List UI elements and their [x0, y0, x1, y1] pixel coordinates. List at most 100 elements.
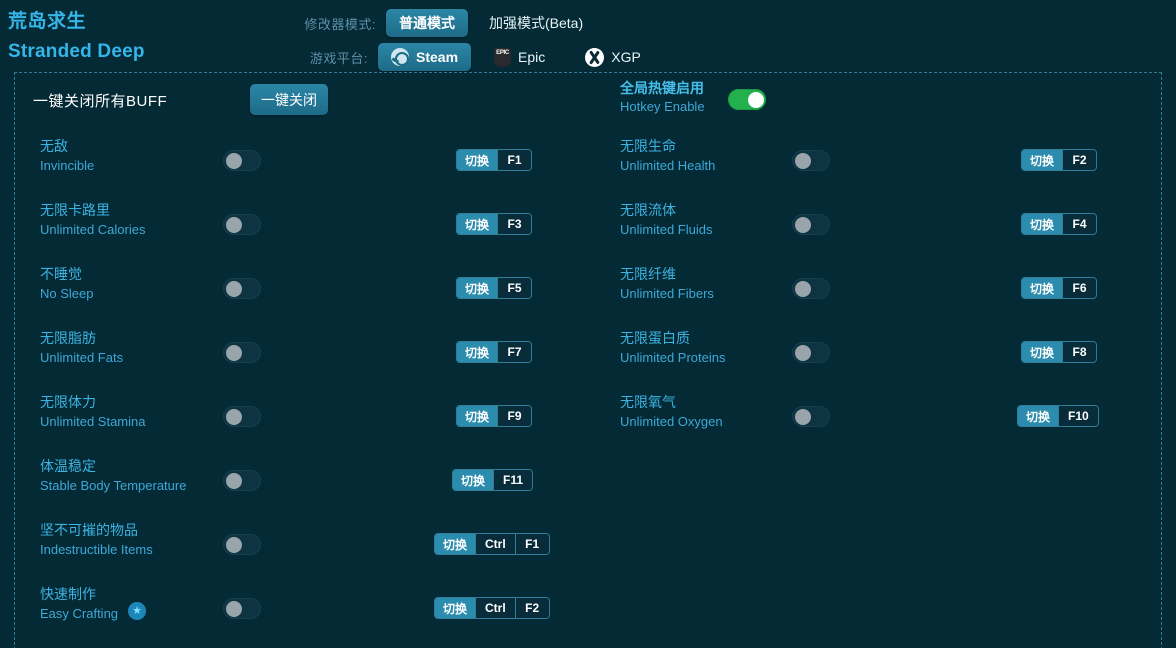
cheat-toggle-unlimited-calories[interactable]	[223, 214, 261, 235]
hotkey-badge-stable-body-temperature[interactable]: 切换 F11	[452, 469, 534, 491]
cheat-label-en: Unlimited Oxygen	[620, 414, 723, 429]
cheats-columns: 无敌 Invincible 切换 F1 无限卡路里 Unlimited Calories 切…	[15, 127, 1161, 639]
hotkey-key: Ctrl	[475, 598, 515, 618]
close-all-label: 一键关闭所有BUFF	[33, 93, 168, 110]
hotkey-badge-unlimited-fibers[interactable]: 切换 F6	[1021, 277, 1098, 299]
hotkey-badge-unlimited-health[interactable]: 切换 F2	[1021, 149, 1098, 171]
mode-option-enhanced[interactable]: 加强模式(Beta)	[476, 9, 596, 37]
hotkey-badge-unlimited-fluids[interactable]: 切换 F4	[1021, 213, 1098, 235]
platform-option-steam[interactable]: Steam	[378, 43, 472, 71]
cheat-row: 无限蛋白质 Unlimited Proteins 切换 F8	[595, 319, 1155, 383]
cheat-labels: 无限脂肪 Unlimited Fats	[40, 328, 123, 367]
cheat-labels: 快速制作 Easy Crafting	[40, 584, 118, 623]
xbox-icon	[585, 47, 605, 67]
hotkey-badge-unlimited-stamina[interactable]: 切换 F9	[456, 405, 533, 427]
cheat-toggle-unlimited-proteins[interactable]	[792, 342, 830, 363]
mode-option-normal-label: 普通模式	[399, 15, 455, 31]
hotkey-badge-indestructible-items[interactable]: 切换 Ctrl F1	[434, 533, 550, 555]
close-all-button[interactable]: 一键关闭	[250, 84, 328, 115]
platform-option-xgp[interactable]: XGP	[572, 43, 654, 71]
cheat-toggle-unlimited-fibers[interactable]	[792, 278, 830, 299]
cheat-labels: 无限流体 Unlimited Fluids	[620, 200, 712, 239]
hotkey-key: F7	[497, 342, 532, 362]
cheat-toggle-unlimited-oxygen[interactable]	[792, 406, 830, 427]
header-controls: 修改器模式: 普通模式 加强模式(Beta) 游戏平台: Steam EPIC …	[276, 8, 876, 76]
hotkey-badge-no-sleep[interactable]: 切换 F5	[456, 277, 533, 299]
hotkey-key: F11	[493, 470, 533, 490]
cheat-label-en: Unlimited Fats	[40, 350, 124, 365]
cheat-labels: 不睡觉 No Sleep	[40, 264, 93, 303]
cheat-row: 无限纤维 Unlimited Fibers 切换 F6	[595, 255, 1155, 319]
epic-icon: EPIC	[494, 47, 512, 67]
hotkey-badge-unlimited-proteins[interactable]: 切换 F8	[1021, 341, 1098, 363]
hotkey-key: F6	[1062, 278, 1097, 298]
hotkey-badge-invincible[interactable]: 切换 F1	[456, 149, 533, 171]
app-header: 荒岛求生 Stranded Deep 修改器模式: 普通模式 加强模式(Beta…	[0, 0, 1176, 72]
cheat-labels: 坚不可摧的物品 Indestructible Items	[40, 520, 153, 559]
game-title-en: Stranded Deep	[8, 41, 145, 62]
cheat-label-en: Stable Body Temperature	[40, 478, 187, 493]
cheat-label-en: No Sleep	[40, 286, 94, 301]
hotkey-enable-label-cn: 全局热键启用	[620, 80, 704, 96]
hotkey-badge-unlimited-calories[interactable]: 切换 F3	[456, 213, 533, 235]
platform-option-epic[interactable]: EPIC Epic	[481, 43, 558, 71]
cheat-toggle-unlimited-stamina[interactable]	[223, 406, 261, 427]
cheat-row: 无限脂肪 Unlimited Fats 切换 F7	[15, 319, 595, 383]
cheat-label-cn: 坚不可摧的物品	[40, 522, 138, 538]
mode-option-normal[interactable]: 普通模式	[386, 9, 468, 37]
cheat-row: 无限生命 Unlimited Health 切换 F2	[595, 127, 1155, 191]
cheat-toggle-easy-crafting[interactable]	[223, 598, 261, 619]
cheat-label-cn: 无敌	[40, 138, 68, 154]
mode-option-enhanced-label: 加强模式(Beta)	[489, 15, 584, 31]
cheat-label-cn: 体温稳定	[40, 458, 96, 474]
cheat-labels: 无敌 Invincible	[40, 136, 94, 175]
hotkey-enable-labels: 全局热键启用 Hotkey Enable	[620, 79, 705, 116]
cheat-label-cn: 无限卡路里	[40, 202, 110, 218]
hotkey-key: F4	[1062, 214, 1097, 234]
platform-option-steam-label: Steam	[416, 49, 459, 65]
cheat-row: 无限卡路里 Unlimited Calories 切换 F3	[15, 191, 595, 255]
hotkey-enable-toggle[interactable]	[728, 89, 766, 110]
panel-top-row: 一键关闭所有BUFF 一键关闭 全局热键启用 Hotkey Enable	[15, 73, 1161, 127]
cheat-toggle-unlimited-fats[interactable]	[223, 342, 261, 363]
game-title-block: 荒岛求生 Stranded Deep	[8, 10, 145, 64]
platform-option-epic-label: Epic	[518, 49, 546, 65]
hotkey-badge-unlimited-oxygen[interactable]: 切换 F10	[1017, 405, 1099, 427]
cheat-label-en: Unlimited Calories	[40, 222, 146, 237]
platform-option-xgp-label: XGP	[611, 49, 641, 65]
cheat-row: 不睡觉 No Sleep 切换 F5	[15, 255, 595, 319]
hotkey-key: F3	[497, 214, 532, 234]
hotkey-badge-easy-crafting[interactable]: 切换 Ctrl F2	[434, 597, 550, 619]
cheat-toggle-stable-body-temperature[interactable]	[223, 470, 261, 491]
cheat-label-cn: 无限生命	[620, 138, 676, 154]
cheat-row: 无限氧气 Unlimited Oxygen 切换 F10	[595, 383, 1155, 447]
hotkey-action-label: 切换	[435, 534, 476, 554]
hotkey-key: Ctrl	[475, 534, 515, 554]
cheat-labels: 无限体力 Unlimited Stamina	[40, 392, 146, 431]
cheat-label-cn: 无限蛋白质	[620, 330, 690, 346]
hotkey-key: F9	[497, 406, 532, 426]
cheat-label-en: Indestructible Items	[40, 542, 153, 557]
hotkey-key: F8	[1062, 342, 1097, 362]
cheats-column-right: 无限生命 Unlimited Health 切换 F2 无限流体 Unlimited Fl…	[595, 127, 1155, 639]
cheat-label-en: Unlimited Health	[620, 158, 716, 173]
cheat-label-cn: 无限体力	[40, 394, 96, 410]
cheat-toggle-indestructible-items[interactable]	[223, 534, 261, 555]
cheat-toggle-invincible[interactable]	[223, 150, 261, 171]
cheat-toggle-unlimited-health[interactable]	[792, 150, 830, 171]
cheat-toggle-unlimited-fluids[interactable]	[792, 214, 830, 235]
cheat-toggle-no-sleep[interactable]	[223, 278, 261, 299]
hotkey-action-label: 切换	[453, 470, 494, 490]
hotkey-action-label: 切换	[457, 342, 498, 362]
hotkey-action-label: 切换	[457, 278, 498, 298]
trainer-window: 荒岛求生 Stranded Deep 修改器模式: 普通模式 加强模式(Beta…	[0, 0, 1176, 648]
close-all-section: 一键关闭所有BUFF 一键关闭	[15, 73, 595, 127]
cheat-labels: 无限氧气 Unlimited Oxygen	[620, 392, 723, 431]
cheat-label-en: Unlimited Fibers	[620, 286, 714, 301]
hotkey-action-label: 切换	[1022, 278, 1063, 298]
cheats-column-left: 无敌 Invincible 切换 F1 无限卡路里 Unlimited Calories 切…	[15, 127, 595, 639]
cheat-label-en: Invincible	[40, 158, 95, 173]
hotkey-badge-unlimited-fats[interactable]: 切换 F7	[456, 341, 533, 363]
cheat-row: 无限流体 Unlimited Fluids 切换 F4	[595, 191, 1155, 255]
cheat-labels: 无限卡路里 Unlimited Calories	[40, 200, 145, 239]
